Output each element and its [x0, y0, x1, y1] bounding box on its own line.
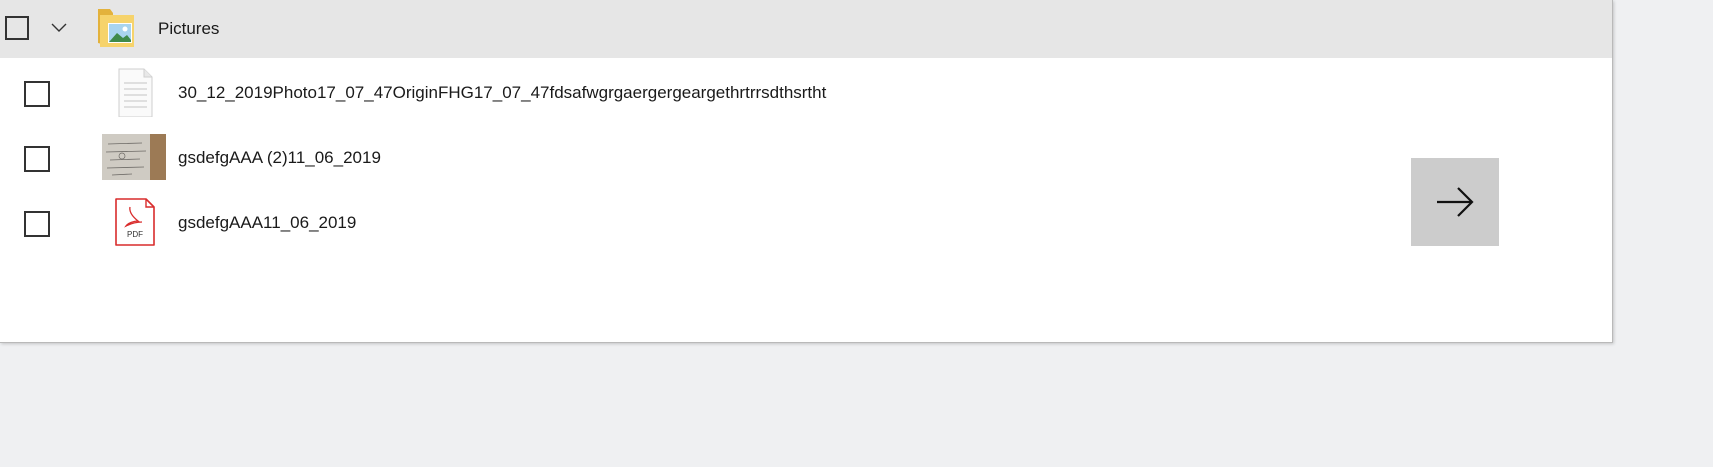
image-thumbnail: [102, 134, 166, 180]
file-checkbox[interactable]: [24, 146, 50, 172]
file-checkbox[interactable]: [24, 81, 50, 107]
file-name: gsdefgAAA11_06_2019: [178, 213, 357, 232]
select-all-checkbox[interactable]: [5, 16, 29, 40]
svg-text:PDF: PDF: [127, 230, 143, 239]
file-row[interactable]: PDF gsdefgAAA11_06_2019: [0, 190, 1612, 255]
folder-name: Pictures: [158, 19, 220, 38]
arrow-right-icon: [1437, 187, 1474, 217]
chevron-down-icon[interactable]: [50, 20, 68, 34]
text-document-icon: [118, 68, 153, 117]
file-checkbox[interactable]: [24, 211, 50, 237]
file-name: 30_12_2019Photo17_07_47OriginFHG17_07_47…: [178, 83, 827, 102]
folder-header[interactable]: Pictures: [0, 0, 1612, 58]
file-row[interactable]: 30_12_2019Photo17_07_47OriginFHG17_07_47…: [0, 60, 1612, 125]
pdf-icon: PDF: [115, 198, 155, 246]
file-row[interactable]: gsdefgAAA (2)11_06_2019: [0, 125, 1612, 190]
folder-pictures-icon: [98, 9, 134, 47]
next-button[interactable]: [1411, 158, 1499, 246]
file-name: gsdefgAAA (2)11_06_2019: [178, 148, 381, 167]
file-list-panel: Pictures 30_12_2019Photo17_07_47OriginFH…: [0, 0, 1613, 343]
